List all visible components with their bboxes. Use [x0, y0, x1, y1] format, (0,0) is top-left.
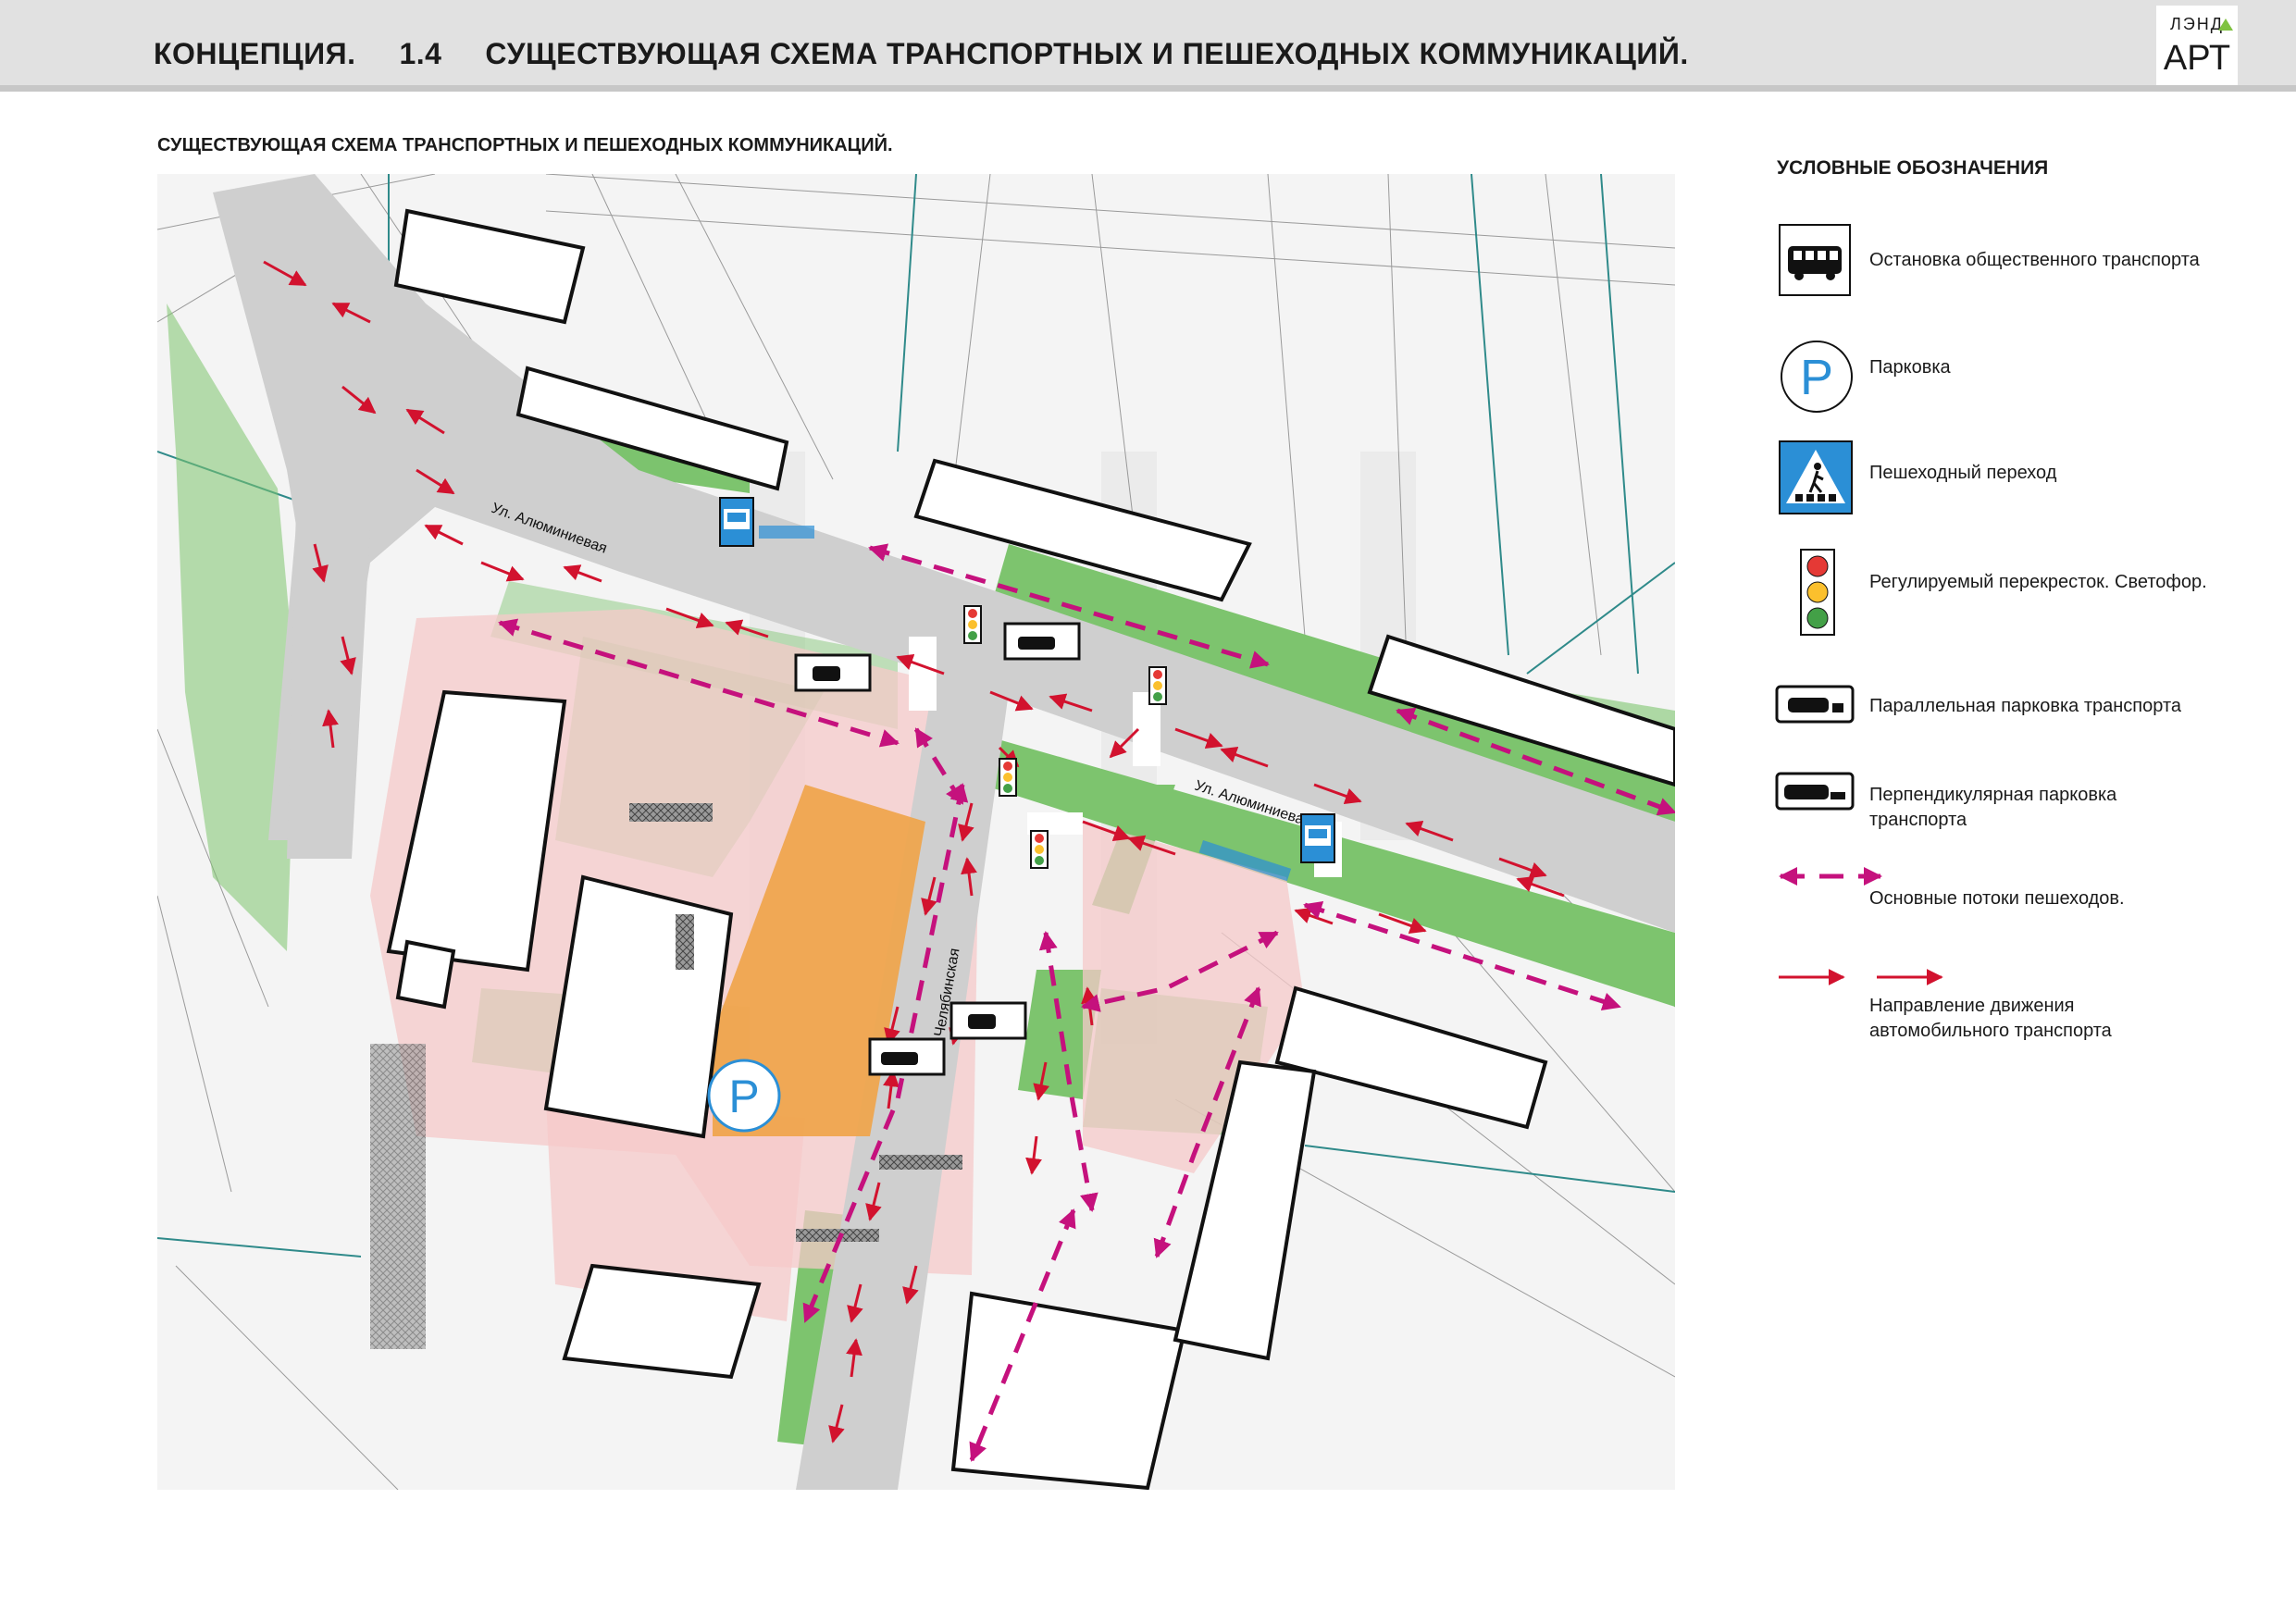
company-logo: ЛЭНД АРТ [2156, 6, 2238, 91]
svg-text:P: P [728, 1071, 759, 1122]
parking-symbol: P [707, 1059, 781, 1133]
header-divider [0, 85, 2296, 92]
legend-label-parking: Парковка [1869, 357, 1951, 378]
bus-stop-icon [1779, 224, 1851, 301]
legend-label-parallel-parking: Параллельная парковка транспорта [1869, 696, 2182, 716]
pedestrian-crossing-icon [1779, 440, 1853, 519]
header-bar: КОНЦЕПЦИЯ. 1.4 СУЩЕСТВУЮЩАЯ СХЕМА ТРАНСП… [0, 0, 2296, 91]
site-plan-map: Ул. Алюминиевая Ул. Алюминиевая Ул. Челя… [157, 174, 1675, 1490]
legend-label-perpendicular-parking: Перпендикулярная парковка транспорта [1869, 785, 2117, 830]
parallel-parking-icon [1775, 685, 1855, 728]
building-sw [562, 1263, 762, 1380]
map-subtitle: СУЩЕСТВУЮЩАЯ СХЕМА ТРАНСПОРТНЫХ И ПЕШЕХО… [157, 135, 893, 155]
building-west-small [395, 939, 456, 1010]
page-title: КОНЦЕПЦИЯ. 1.4 СУЩЕСТВУЮЩАЯ СХЕМА ТРАНСП… [154, 37, 1689, 70]
legend-label-traffic-light: Регулируемый перекресток. Светофор. [1869, 572, 2207, 592]
legend-label-bus-stop: Остановка общественного транспорта [1869, 250, 2200, 270]
building-se1 [1274, 985, 1548, 1130]
logo-triangle-icon [2218, 19, 2233, 31]
legend-title: УСЛОВНЫЕ ОБОЗНАЧЕНИЯ [1777, 157, 2049, 179]
vehicle-direction-icon [1775, 966, 1951, 993]
building-south [950, 1291, 1187, 1490]
svg-text:P: P [1800, 350, 1833, 405]
legend-label-crossing: Пешеходный переход [1869, 463, 2057, 483]
legend-label-pedestrian-flow: Основные потоки пешеходов. [1869, 888, 2125, 909]
site-plan-drawing: Ул. Алюминиевая Ул. Алюминиевая Ул. Челя… [157, 174, 1675, 1490]
traffic-light-icon [1799, 548, 1836, 641]
perpendicular-parking-icon [1775, 772, 1855, 815]
logo-main-text: АРТ [2163, 39, 2231, 78]
parking-icon: P [1779, 339, 1855, 419]
legend-label-vehicle-direction: Направление движения автомобильного тран… [1869, 996, 2112, 1041]
